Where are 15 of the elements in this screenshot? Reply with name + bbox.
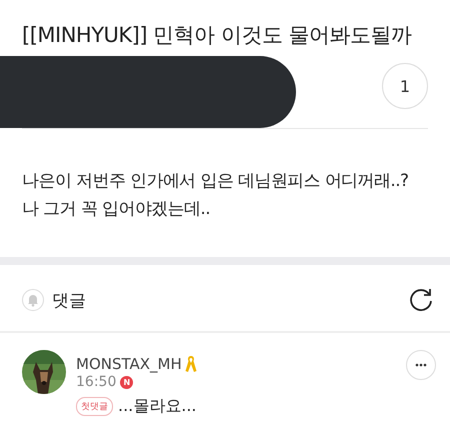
- comments-heading: 댓글: [52, 290, 87, 312]
- comment-time: 16:50: [76, 374, 116, 390]
- ribbon-icon: [184, 355, 197, 373]
- first-comment-tag: 첫댓글: [76, 397, 113, 416]
- post-text: 나 그거 꼭 입어야겠는데..: [22, 198, 212, 221]
- comment-text: ...몰라요...: [118, 396, 197, 417]
- post-title: [[MINHYUK]] 민혁아 이것도 물어봐도될까: [21, 22, 413, 49]
- more-icon: [415, 363, 427, 367]
- comment-count-button[interactable]: 1: [382, 63, 428, 109]
- notification-bell-icon[interactable]: [22, 289, 44, 311]
- refresh-icon[interactable]: [408, 287, 434, 313]
- author-name[interactable]: MONSTAX_MH: [76, 355, 182, 373]
- post-text: 나은이 저번주 인가에서 입은 데님원피스 어디꺼래..?: [22, 170, 410, 193]
- more-button[interactable]: [406, 350, 436, 380]
- new-badge: N: [120, 376, 134, 388]
